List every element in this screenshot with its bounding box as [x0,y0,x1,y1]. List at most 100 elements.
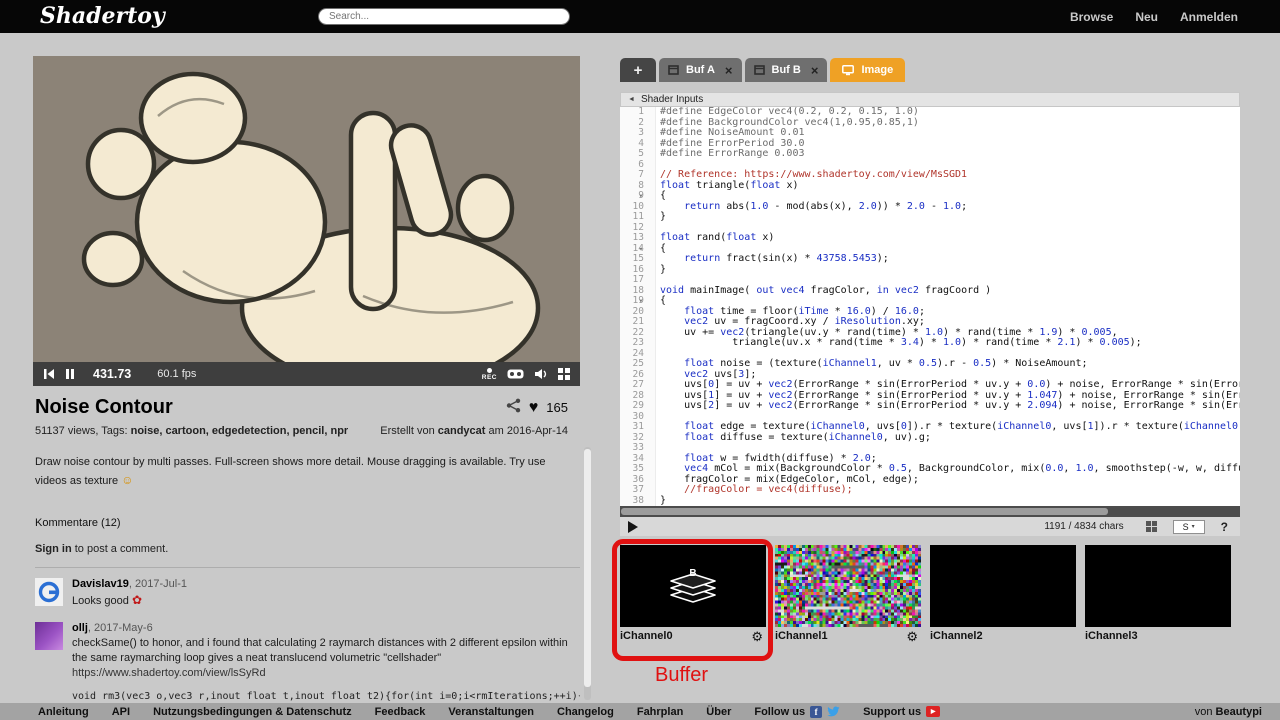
language-select[interactable]: S ▾ [1173,520,1205,534]
rose-emoji: ✿ [132,593,142,607]
tab-label: Buf B [772,64,801,76]
window-icon [668,65,679,75]
footer-link-changelog[interactable]: Changelog [557,706,614,718]
footer-link-feedback[interactable]: Feedback [375,706,426,718]
footer-credit: von Beautypi [1195,706,1262,718]
shader-canvas-art [33,56,580,362]
nav-browse[interactable]: Browse [1070,10,1113,24]
tab-label: Buf A [686,64,715,76]
char-count: 1191 / 4834 chars [1044,521,1123,532]
rewind-icon [43,368,55,380]
channel-1: iChannel1 ⚙ [775,545,921,645]
author-link[interactable]: candycat [438,425,486,437]
comment-item: ollj, 2017-May-6 checkSame() to honor, a… [35,622,580,702]
scrollbar-thumb[interactable] [584,449,591,687]
editor-tabs: + Buf A × Buf B × Image [620,58,1240,82]
expand-editor-icon[interactable] [1146,521,1157,532]
channel-label: iChannel1 [775,630,828,642]
vr-button[interactable] [507,369,524,379]
rewind-button[interactable] [43,368,55,380]
channel1-thumbnail[interactable] [775,545,921,627]
share-button[interactable] [506,398,521,418]
tab-buf-a[interactable]: Buf A × [659,58,742,82]
credit-name[interactable]: Beautypi [1216,706,1262,718]
tab-add-buffer[interactable]: + [620,58,656,82]
tab-image[interactable]: Image [830,58,905,82]
shader-inputs-bar[interactable]: ◄ Shader Inputs [620,92,1240,107]
comment-list: Davislav19, 2017-Jul-1 Looks good ✿ ollj… [35,567,580,702]
editor-code[interactable]: #define EdgeColor vec4(0.2, 0.2, 0.15, 1… [656,107,1240,506]
shader-info: Noise Contour ♥ 165 51137 views, Tags: n… [33,386,580,702]
footer-link-ueber[interactable]: Über [706,706,731,718]
comment-author[interactable]: Davislav19 [72,578,129,590]
footer-link-nutzungsbedingungen[interactable]: Nutzungsbedingungen & Datenschutz [153,706,352,718]
speaker-icon [534,368,548,380]
fullscreen-button[interactable] [558,368,570,380]
shader-inputs-label: Shader Inputs [641,94,703,105]
avatar[interactable] [35,622,63,650]
shadertoy-logo[interactable]: Shadertoy [40,3,165,29]
channel-0: B iChannel0 ⚙ [620,545,766,645]
channel2-label-row: iChannel2 [930,627,1076,645]
twitter-icon[interactable] [827,706,840,717]
channel-label: iChannel2 [930,630,983,642]
avatar[interactable] [35,578,63,606]
tags-list[interactable]: noise, cartoon, edgedetection, pencil, n… [131,425,349,437]
title-actions: ♥ 165 [506,398,568,418]
shader-canvas[interactable] [33,56,580,362]
pause-button[interactable] [65,368,75,380]
nav-anmelden[interactable]: Anmelden [1180,10,1238,24]
nav-neu[interactable]: Neu [1135,10,1158,24]
youtube-icon[interactable]: ▶ [926,706,940,717]
hscrollbar-thumb[interactable] [621,508,1108,515]
search-input[interactable] [318,8,570,25]
close-icon[interactable]: × [725,63,733,78]
facebook-icon[interactable]: f [810,706,822,718]
comment-link[interactable]: https://www.shadertoy.com/view/lsSyRd [72,667,580,679]
close-icon[interactable]: × [811,63,819,78]
channel1-label-row: iChannel1 ⚙ [775,627,921,645]
footer-link-api[interactable]: API [112,706,130,718]
svg-text:B: B [689,568,696,579]
heart-icon: ♥ [529,399,539,416]
annotation-label: Buffer [655,664,708,687]
created-suffix: am 2016-Apr-14 [485,425,568,437]
comment-date: , 2017-May-6 [88,622,153,634]
channel3-thumbnail[interactable] [1085,545,1231,627]
channel3-label-row: iChannel3 [1085,627,1231,645]
compile-button[interactable] [628,521,638,533]
comment-author[interactable]: ollj [72,622,88,634]
follow-us-label: Follow us [754,706,805,718]
vr-goggles-icon [507,369,524,379]
channel0-thumbnail[interactable]: B [620,545,766,627]
record-icon [487,368,492,373]
left-pane-scrollbar[interactable] [584,447,591,700]
volume-button[interactable] [534,368,548,380]
record-button[interactable]: REC [482,368,497,381]
follow-group: Follow us f [754,706,840,718]
playback-time: 431.73 [93,367,131,381]
play-icon: ▶ [931,708,936,715]
like-button[interactable]: ♥ [529,400,539,416]
tab-buf-b[interactable]: Buf B × [745,58,828,82]
footer-link-anleitung[interactable]: Anleitung [38,706,89,718]
channel-3: iChannel3 [1085,545,1231,645]
help-button[interactable]: ? [1221,520,1228,534]
footer-link-fahrplan[interactable]: Fahrplan [637,706,683,718]
signin-link[interactable]: Sign in [35,543,72,555]
footer-link-veranstaltungen[interactable]: Veranstaltungen [448,706,534,718]
comment-head: Davislav19, 2017-Jul-1 [72,578,187,590]
like-count: 165 [546,400,568,415]
code-editor[interactable]: 123456789▾1011121314▾1516171819▾20212223… [620,107,1240,506]
meta-row: 51137 views, Tags: noise, cartoon, edged… [35,425,580,437]
author-line: Erstellt von candycat am 2016-Apr-14 [380,425,568,437]
channel2-thumbnail[interactable] [930,545,1076,627]
gear-icon[interactable]: ⚙ [906,630,918,643]
fps-counter: 60.1 fps [157,368,196,380]
gear-icon[interactable]: ⚙ [751,630,763,643]
editor-statusbar: 1191 / 4834 chars S ▾ ? [620,517,1240,536]
editor-hscrollbar[interactable] [620,506,1240,517]
comment-text: checkSame() to honor, and i found that c… [72,636,572,666]
comment-code-snippet: void rm3(vec3 o,vec3 r,inout float t,ino… [72,691,580,702]
shader-description: Draw noise contour by multi passes. Full… [35,454,570,489]
